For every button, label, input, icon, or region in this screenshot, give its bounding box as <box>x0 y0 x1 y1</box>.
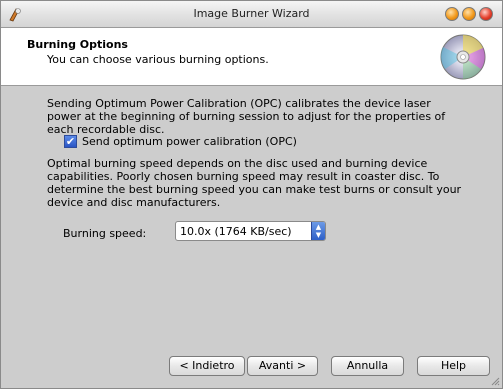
next-button[interactable]: Avanti > <box>247 356 318 376</box>
resize-grip-icon[interactable] <box>490 376 500 386</box>
burning-speed-label: Burning speed: <box>63 227 147 240</box>
page-subtitle: You can choose various burning options. <box>47 53 269 66</box>
page-title: Burning Options <box>27 38 128 51</box>
wizard-header: Burning Options You can choose various b… <box>1 28 502 86</box>
opc-checkbox[interactable]: ✔ <box>64 135 77 148</box>
opc-checkbox-row[interactable]: ✔ Send optimum power calibration (OPC) <box>64 135 297 148</box>
title-bar[interactable]: Image Burner Wizard <box>1 1 502 28</box>
select-arrows-icon[interactable]: ▲ ▼ <box>311 222 325 240</box>
wizard-window: Image Burner Wizard Burning Options You … <box>0 0 503 389</box>
wizard-content: Sending Optimum Power Calibration (OPC) … <box>1 86 502 338</box>
minimize-button[interactable] <box>445 7 459 21</box>
cancel-button[interactable]: Annulla <box>331 356 404 376</box>
help-button[interactable]: Help <box>417 356 490 376</box>
speed-description: Optimal burning speed depends on the dis… <box>47 157 462 209</box>
close-button[interactable] <box>479 7 493 21</box>
burning-speed-select[interactable]: 10.0x (1764 KB/sec) ▲ ▼ <box>175 221 326 241</box>
opc-description: Sending Optimum Power Calibration (OPC) … <box>47 97 446 136</box>
button-bar: < Indietro Avanti > Annulla Help <box>1 338 502 388</box>
back-button[interactable]: < Indietro <box>169 356 245 376</box>
burning-speed-value: 10.0x (1764 KB/sec) <box>180 225 292 238</box>
window-title: Image Burner Wizard <box>193 7 310 20</box>
cd-disc-icon <box>440 34 486 80</box>
opc-checkbox-label[interactable]: Send optimum power calibration (OPC) <box>82 135 297 148</box>
maximize-button[interactable] <box>462 7 476 21</box>
